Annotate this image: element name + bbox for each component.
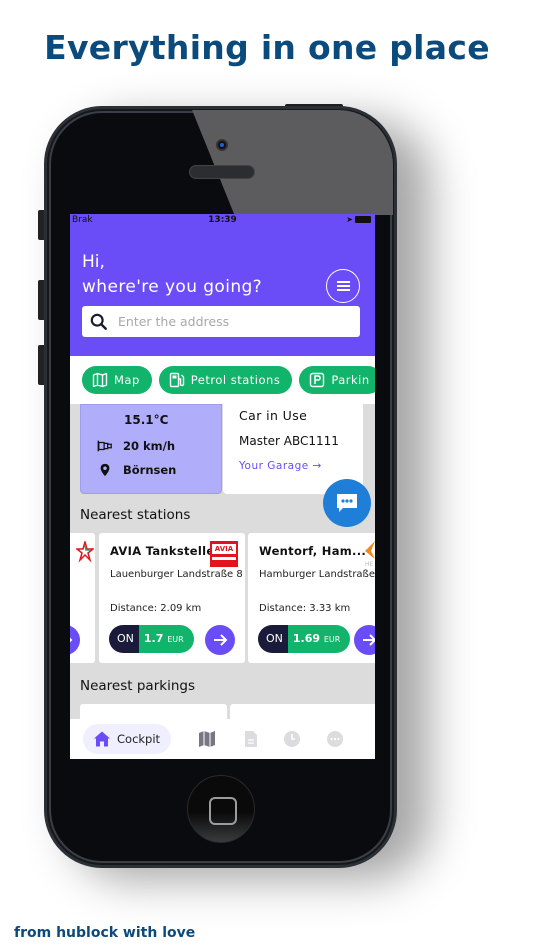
windsock-icon xyxy=(97,440,112,452)
chip-petrol-stations[interactable]: Petrol stations xyxy=(158,366,293,394)
headline: Everything in one place xyxy=(44,28,490,67)
temperature: 15.1°C xyxy=(124,413,169,427)
chip-label: Map xyxy=(114,373,140,387)
station-address: Hamburger Landstraße 23 xyxy=(259,569,375,580)
station-go-button[interactable] xyxy=(354,625,375,655)
chat-button[interactable] xyxy=(323,479,371,527)
weather-location: Börnsen xyxy=(123,463,177,477)
chip-label: Petrol stations xyxy=(190,373,281,387)
station-go-button[interactable] xyxy=(205,625,235,655)
front-camera xyxy=(216,139,228,151)
currency: EUR xyxy=(323,635,341,644)
search-bar[interactable] xyxy=(82,306,360,337)
battery-icon xyxy=(355,216,371,223)
status-on: ON xyxy=(109,625,139,653)
fuel-pump-icon xyxy=(169,372,184,388)
greeting-question: where're you going? xyxy=(82,277,263,297)
currency: EUR xyxy=(167,635,184,644)
parking-icon xyxy=(310,372,325,388)
bottom-tab-bar: Cockpit xyxy=(70,719,375,759)
chip-parking[interactable]: Parkin xyxy=(299,366,375,394)
station-name: AVIA Tankstelle xyxy=(110,544,215,558)
nearest-stations-title: Nearest stations xyxy=(80,507,191,523)
map-icon xyxy=(92,372,108,388)
weather-card: 15.1°C 20 km/h Börnsen xyxy=(80,404,222,494)
document-icon[interactable] xyxy=(242,730,260,748)
fuel-price: 1.69 EUR xyxy=(287,625,351,653)
location-pin-icon xyxy=(100,463,110,477)
hem-logo: HE xyxy=(365,541,375,567)
svg-text:HE: HE xyxy=(365,561,374,567)
arrow-right-icon xyxy=(363,634,375,646)
quick-actions-bar: Map Petrol stations Parkin xyxy=(70,356,375,404)
menu-button[interactable] xyxy=(326,269,360,303)
car-card-title: Car in Use xyxy=(239,408,308,423)
clock: 13:39 xyxy=(208,215,237,225)
search-icon xyxy=(90,313,107,330)
station-address: Lauenburger Landstraße 8 xyxy=(110,569,243,580)
chat-bubble-icon xyxy=(337,494,357,512)
car-name: Master ABC1111 xyxy=(239,434,339,448)
chip-label: Parkin xyxy=(331,373,370,387)
map-icon[interactable] xyxy=(198,730,216,748)
price-badge: ON 1.7 EUR xyxy=(109,625,194,653)
clock-icon[interactable] xyxy=(283,730,301,748)
hamburger-icon xyxy=(336,285,350,287)
status-on: ON xyxy=(258,625,288,653)
station-card[interactable] xyxy=(70,533,95,663)
wind-speed: 20 km/h xyxy=(123,439,176,453)
address-input[interactable] xyxy=(118,314,348,329)
chip-map[interactable]: Map xyxy=(82,366,152,394)
footer-tagline: from hublock with love xyxy=(14,925,196,941)
arrow-right-icon xyxy=(70,637,73,643)
more-icon[interactable] xyxy=(326,730,344,748)
app-screen: Brak 13:39 ➤ Hi, where're you going? Map xyxy=(70,214,375,759)
home-button[interactable] xyxy=(187,775,255,843)
price-badge: ON 1.69 EUR xyxy=(258,625,351,653)
fuel-price: 1.7 EUR xyxy=(138,625,194,653)
station-distance: Distance: 3.33 km xyxy=(259,603,351,614)
home-icon xyxy=(94,731,110,747)
header: Hi, where're you going? xyxy=(70,226,375,356)
station-logo xyxy=(76,541,94,563)
tab-label: Cockpit xyxy=(117,732,161,746)
arrow-right-icon xyxy=(214,634,228,646)
station-card[interactable]: AVIA Tankstelle Lauenburger Landstraße 8… xyxy=(99,533,245,663)
nearest-parkings-title: Nearest parkings xyxy=(80,678,195,694)
earpiece-speaker xyxy=(189,165,255,179)
station-name: Wentorf, Ham... xyxy=(259,544,367,558)
tab-cockpit[interactable]: Cockpit xyxy=(83,724,171,754)
station-card[interactable]: Wentorf, Ham... HE Hamburger Landstraße … xyxy=(248,533,375,663)
location-arrow-icon: ➤ xyxy=(346,215,353,224)
price-value: 1.69 xyxy=(292,632,321,645)
avia-logo xyxy=(210,541,238,567)
station-distance: Distance: 2.09 km xyxy=(110,603,202,614)
greeting: Hi, xyxy=(82,252,105,272)
price-value: 1.7 xyxy=(143,632,164,645)
status-bar: Brak 13:39 ➤ xyxy=(70,214,375,226)
station-go-button[interactable] xyxy=(70,625,80,655)
your-garage-link[interactable]: Your Garage → xyxy=(239,460,322,472)
